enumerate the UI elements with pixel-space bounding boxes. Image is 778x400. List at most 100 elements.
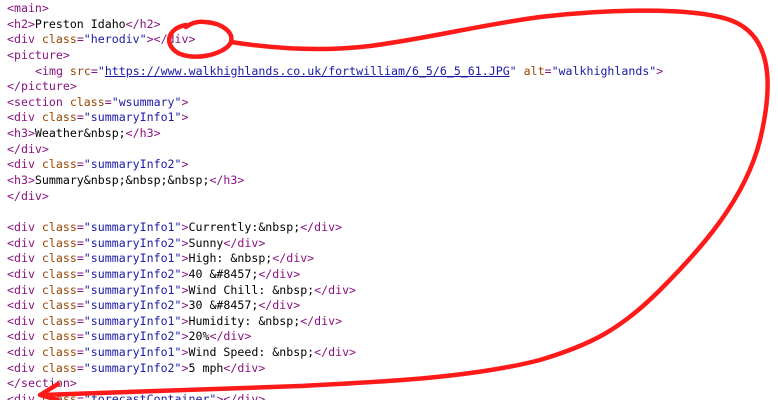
code-token-tag: <picture>	[7, 47, 70, 62]
code-token-tag: >	[181, 110, 189, 125]
code-token-attr: class	[41, 157, 77, 172]
code-token-val: "summaryInfo1"	[83, 110, 182, 125]
code-token-val: "summaryInfo1"	[83, 282, 182, 297]
code-token-tag: </h3>	[125, 126, 161, 141]
source-line	[7, 204, 663, 220]
code-token-txt: Sunny	[188, 235, 224, 250]
code-token-attr: class	[41, 219, 77, 234]
source-line: <div class="summaryInfo2">5 mph</div>	[7, 361, 663, 377]
code-token-attr: class	[41, 251, 77, 266]
source-line: <div class="forecastContainer"></div>	[7, 392, 663, 400]
source-line: <h2>Preston Idaho</h2>	[7, 17, 663, 33]
source-line: <div class="summaryInfo1">Wind Speed: &n…	[7, 345, 663, 361]
code-token-tag: </picture>	[7, 79, 77, 94]
code-token-tag: =	[76, 219, 84, 234]
code-token-attr: class	[41, 345, 77, 360]
source-line: <div class="summaryInfo1">	[7, 110, 663, 126]
source-line: <h3>Summary&nbsp;&nbsp;&nbsp;</h3>	[7, 173, 663, 189]
code-token-val: "herodiv"	[83, 32, 147, 47]
source-line: <img src="https://www.walkhighlands.co.u…	[7, 64, 663, 80]
code-token-attr: class	[41, 313, 77, 328]
code-token-tag: </div>	[272, 251, 315, 266]
source-line: <picture>	[7, 48, 663, 64]
code-token-tag: </div>	[314, 282, 357, 297]
code-token-tag: </div>	[300, 219, 343, 234]
code-token-tag: =	[90, 63, 98, 78]
code-token-tag: </div>	[223, 235, 266, 250]
code-token-val: "summaryInfo1"	[83, 313, 182, 328]
code-token-tag: </div>	[209, 329, 252, 344]
source-line: <div class="summaryInfo1">Wind Chill: &n…	[7, 283, 663, 299]
code-token-attr: class	[41, 266, 77, 281]
code-token-tag: =	[76, 110, 84, 125]
code-token-attr: class	[41, 32, 77, 47]
source-line: <div class="summaryInfo2">Sunny</div>	[7, 236, 663, 252]
source-line: </picture>	[7, 79, 663, 95]
code-token-tag: >	[181, 313, 189, 328]
code-token-txt: Summary&nbsp;&nbsp;&nbsp;	[34, 173, 210, 188]
code-token-tag: >	[181, 329, 189, 344]
code-token-tag: <div	[7, 157, 42, 172]
code-token-txt: 5 mph	[188, 360, 224, 375]
code-token-attr: class	[41, 110, 77, 125]
code-token-tag: <div	[7, 313, 42, 328]
code-token-tag: <div	[7, 32, 42, 47]
code-token-attr: class	[41, 298, 77, 313]
code-token-tag: =	[544, 63, 552, 78]
code-token-val: "summaryInfo2"	[83, 360, 182, 375]
code-token-tag: =	[76, 251, 84, 266]
code-token-tag: <div	[7, 345, 42, 360]
code-token-tag: =	[76, 392, 84, 400]
code-token-tag: </div>	[258, 266, 301, 281]
code-token-txt: Weather&nbsp;	[34, 126, 126, 141]
code-token-tag: </div>	[300, 313, 343, 328]
code-token-tag: </div>	[7, 188, 49, 203]
code-token-txt: 20%	[188, 329, 210, 344]
source-line: <h3>Weather&nbsp;</h3>	[7, 126, 663, 142]
code-token-tag: >	[181, 298, 189, 313]
code-token-tag: =	[76, 329, 84, 344]
code-token-tag: =	[76, 298, 84, 313]
code-token-tag: <div	[7, 329, 42, 344]
source-line: <div class="summaryInfo2">30 &#8457;</di…	[7, 298, 663, 314]
code-token-txt: 30 &#8457;	[188, 298, 259, 313]
html-source-view: <main> <h2>Preston Idaho</h2> <div class="…	[0, 0, 778, 400]
source-line: <div class="summaryInfo2">	[7, 157, 663, 173]
code-token-tag: =	[76, 32, 84, 47]
code-token-attr: alt	[523, 63, 545, 78]
code-token-txt: Currently:&nbsp;	[188, 219, 301, 234]
code-token-tag: <div	[7, 392, 42, 400]
code-token-tag: </div>	[258, 298, 301, 313]
code-token-tag: >	[181, 251, 189, 266]
code-token-val: "summaryInfo1"	[83, 251, 182, 266]
source-lines: <main> <h2>Preston Idaho</h2> <div class="…	[7, 1, 663, 400]
source-line: <div class="summaryInfo1">Humidity: &nbs…	[7, 314, 663, 330]
code-token-tag: <img	[35, 63, 70, 78]
code-token-tag: >	[181, 266, 189, 281]
code-token-tag: >	[181, 282, 189, 297]
code-token-tag: =	[76, 282, 84, 297]
code-token-val: "summaryInfo2"	[83, 298, 182, 313]
code-token-val: "summaryInfo1"	[83, 345, 182, 360]
code-token-val: "	[97, 63, 105, 78]
code-token-tag: <main>	[7, 1, 49, 15]
code-token-val: "summaryInfo2"	[83, 235, 182, 250]
code-token-tag: >	[146, 32, 154, 47]
source-line: </section>	[7, 376, 663, 392]
source-line: <div class="summaryInfo1">High: &nbsp;</…	[7, 251, 663, 267]
code-token-tag: >	[181, 219, 189, 234]
source-line: <main>	[7, 1, 663, 17]
code-token-attr: class	[41, 235, 77, 250]
code-token-tag: =	[76, 266, 84, 281]
source-line: <div class="summaryInfo1">Currently:&nbs…	[7, 220, 663, 236]
code-token-tag: <section	[7, 94, 70, 109]
code-token-tag: <div	[7, 235, 42, 250]
code-token-tag: <div	[7, 110, 42, 125]
image-src-link[interactable]: https://www.walkhighlands.co.uk/fortwill…	[105, 64, 510, 78]
code-token-val: "forecastContainer"	[83, 392, 217, 400]
code-token-tag: </h2>	[125, 16, 161, 31]
code-token-attr: class	[69, 94, 105, 109]
source-line: <div class="summaryInfo2">40 &#8457;</di…	[7, 267, 663, 283]
code-token-tag: >	[656, 63, 664, 78]
